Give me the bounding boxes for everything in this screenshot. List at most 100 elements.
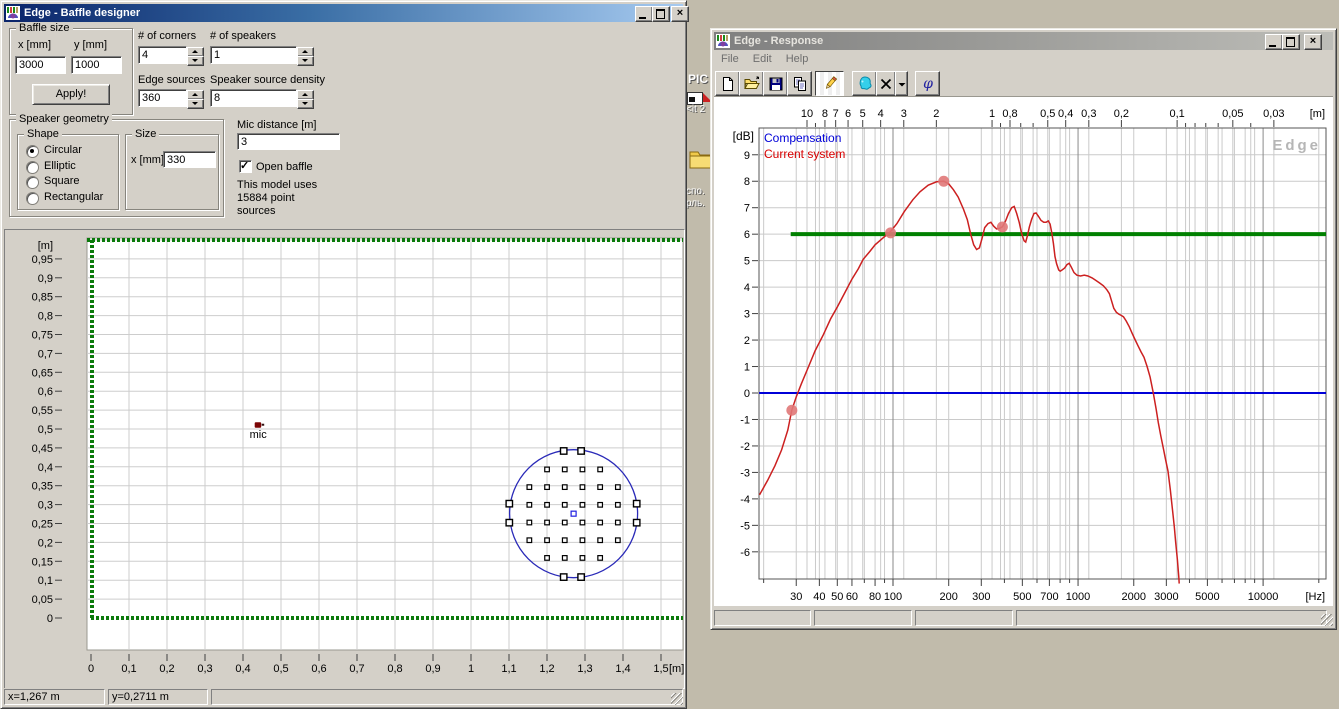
point-source (580, 503, 585, 508)
point-source (580, 520, 585, 525)
new-file-button[interactable] (715, 71, 740, 96)
speaker-geometry-legend: Speaker geometry (16, 113, 112, 125)
baffle-status-panel-0: x=1,267 m (4, 689, 105, 705)
resize-grip[interactable] (671, 693, 683, 705)
speaker-center-handle[interactable] (571, 511, 576, 516)
open-file-button[interactable] (739, 71, 764, 96)
point-source (545, 503, 550, 508)
desktop-icon-label-pic[interactable]: PIC (688, 72, 708, 86)
svg-text:0,95: 0,95 (32, 254, 53, 266)
point-source (545, 467, 550, 472)
svg-text:0,3: 0,3 (197, 663, 212, 675)
svg-text:[m]: [m] (38, 240, 53, 252)
edge-sources-input[interactable] (138, 89, 187, 107)
svg-text:4: 4 (744, 282, 750, 294)
shape-radio-square[interactable] (26, 176, 39, 189)
phase-button[interactable]: φ (915, 71, 940, 96)
open-baffle-checkbox[interactable]: ✓ (239, 160, 252, 173)
resize-grip[interactable] (1321, 614, 1333, 626)
baffle-plot[interactable]: [m]00,050,10,150,20,250,30,350,40,450,50… (5, 230, 684, 688)
speaker-resize-handle[interactable] (506, 500, 512, 506)
svg-text:0,55: 0,55 (32, 405, 53, 417)
svg-text:0,1: 0,1 (121, 663, 136, 675)
baffle-window-titlebar[interactable]: Edge - Baffle designer × (4, 4, 683, 22)
speaker-resize-handle[interactable] (561, 574, 567, 580)
point-source (598, 556, 603, 561)
apply-button[interactable]: Apply! (32, 84, 110, 105)
curve-control-point[interactable] (997, 222, 1008, 233)
maximize-button[interactable] (652, 6, 670, 22)
menu-help[interactable]: Help (779, 51, 816, 67)
source-density-spin-down-button[interactable] (297, 99, 314, 109)
svg-text:80: 80 (869, 591, 881, 603)
baffle-y-input[interactable] (71, 56, 122, 74)
response-chart[interactable]: [dB]-6-5-4-3-2-1012345678910876543210,80… (714, 97, 1333, 606)
svg-text:-5: -5 (740, 520, 750, 532)
svg-text:mic: mic (250, 429, 268, 441)
smooth-button[interactable] (852, 71, 877, 96)
shape-radio-label: Elliptic (44, 160, 76, 172)
mic-distance-label: Mic distance [m] (237, 119, 316, 131)
point-source (580, 556, 585, 561)
svg-text:3000: 3000 (1154, 591, 1178, 603)
size-legend: Size (132, 128, 159, 140)
speaker-resize-handle[interactable] (578, 574, 584, 580)
desktop-icon-label-rl[interactable]: рль. (686, 198, 705, 209)
speaker-resize-handle[interactable] (634, 500, 640, 506)
desktop-icon-label-spo[interactable]: спо. (686, 186, 705, 197)
baffle-x-input[interactable] (15, 56, 66, 74)
save-button[interactable] (763, 71, 788, 96)
phase-icon: φ (920, 75, 936, 93)
svg-text:0,1: 0,1 (1169, 108, 1184, 120)
size-x-input[interactable] (163, 151, 216, 168)
point-source (562, 538, 567, 543)
mic-distance-input[interactable] (237, 133, 340, 150)
svg-text:8: 8 (822, 108, 828, 120)
draw-compensation-button[interactable] (815, 71, 844, 96)
delete-dropdown-button[interactable] (895, 71, 908, 96)
desktop-icon-label-it2[interactable]: <it 2 (686, 104, 705, 115)
close-button[interactable]: × (671, 6, 689, 22)
corners-input[interactable] (138, 46, 187, 64)
response-window-titlebar[interactable]: Edge - Response × (714, 32, 1333, 50)
svg-text:0,9: 0,9 (38, 273, 53, 285)
speaker-resize-handle[interactable] (506, 519, 512, 525)
baffle-statusbar: x=1,267 my=0,2711 m (4, 688, 683, 705)
menu-file[interactable]: File (714, 51, 746, 67)
speaker-resize-handle[interactable] (578, 448, 584, 454)
point-source (527, 538, 532, 543)
svg-text:40: 40 (813, 591, 825, 603)
point-source (580, 485, 585, 490)
shape-radio-elliptic[interactable] (26, 161, 39, 174)
speakers-input[interactable] (210, 46, 297, 64)
curve-control-point[interactable] (885, 227, 896, 238)
maximize-button[interactable] (1282, 34, 1300, 50)
copy-button[interactable] (787, 71, 812, 96)
edge-sources-spin-down-button[interactable] (187, 99, 204, 109)
menu-edit[interactable]: Edit (746, 51, 779, 67)
source-density-label: Speaker source density (210, 74, 325, 86)
minimize-button[interactable] (635, 6, 653, 22)
minimize-button[interactable] (1265, 34, 1283, 50)
svg-text:-6: -6 (740, 547, 750, 559)
corners-spin-down-button[interactable] (187, 56, 204, 66)
svg-text:0,75: 0,75 (32, 330, 53, 342)
shape-radio-circular[interactable] (26, 145, 39, 158)
close-button[interactable]: × (1304, 34, 1322, 50)
shape-radio-rectangular[interactable] (26, 192, 39, 205)
speakers-label: # of speakers (210, 30, 276, 42)
curve-control-point[interactable] (938, 176, 949, 187)
speaker-resize-handle[interactable] (561, 448, 567, 454)
point-source (580, 467, 585, 472)
delete-button[interactable] (876, 71, 896, 96)
point-source (545, 538, 550, 543)
curve-control-point[interactable] (786, 405, 797, 416)
speaker-resize-handle[interactable] (634, 519, 640, 525)
svg-text:6: 6 (744, 229, 750, 241)
source-density-input[interactable] (210, 89, 297, 107)
svg-text:-3: -3 (740, 467, 750, 479)
svg-text:2: 2 (744, 335, 750, 347)
point-source (616, 485, 621, 490)
point-source (527, 520, 532, 525)
speakers-spin-down-button[interactable] (297, 56, 314, 66)
